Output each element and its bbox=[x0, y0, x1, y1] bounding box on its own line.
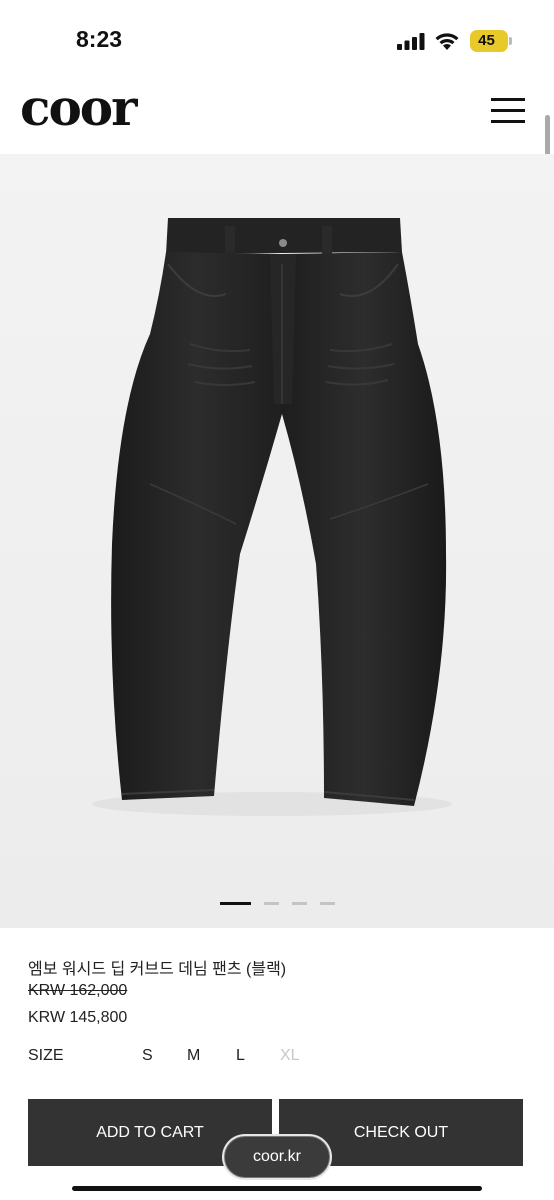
size-option-xl: XL bbox=[280, 1047, 300, 1064]
status-time: 8:23 bbox=[76, 26, 123, 52]
gallery-dot[interactable] bbox=[264, 902, 279, 905]
size-label: SIZE bbox=[28, 1047, 64, 1064]
gallery-dot[interactable] bbox=[320, 902, 335, 905]
status-bar: 8:23 45 bbox=[0, 0, 554, 70]
product-gallery[interactable] bbox=[0, 154, 554, 928]
battery-level: 45 bbox=[478, 32, 495, 49]
sale-price: KRW 145,800 bbox=[28, 1009, 128, 1026]
hamburger-menu-icon[interactable] bbox=[488, 96, 526, 126]
signal-bars-icon bbox=[397, 33, 425, 50]
battery-icon: 45 bbox=[470, 30, 508, 52]
wifi-icon bbox=[435, 33, 459, 50]
size-option-m[interactable]: M bbox=[187, 1047, 200, 1065]
gallery-dot[interactable] bbox=[292, 902, 307, 905]
gallery-pagination bbox=[220, 902, 340, 906]
home-indicator[interactable] bbox=[72, 1186, 482, 1191]
size-option-s[interactable]: S bbox=[142, 1047, 153, 1065]
gallery-dot[interactable] bbox=[220, 902, 251, 905]
site-header: coor bbox=[0, 70, 554, 154]
browser-url-pill[interactable]: coor.kr bbox=[224, 1136, 330, 1178]
product-image bbox=[0, 154, 554, 928]
product-name: 엠보 워시드 딥 커브드 데님 팬츠 (블랙) bbox=[28, 961, 287, 978]
size-option-l[interactable]: L bbox=[236, 1047, 245, 1065]
battery-cap bbox=[509, 37, 512, 45]
original-price: KRW 162,000 bbox=[28, 982, 128, 999]
site-logo[interactable]: coor bbox=[20, 78, 137, 137]
